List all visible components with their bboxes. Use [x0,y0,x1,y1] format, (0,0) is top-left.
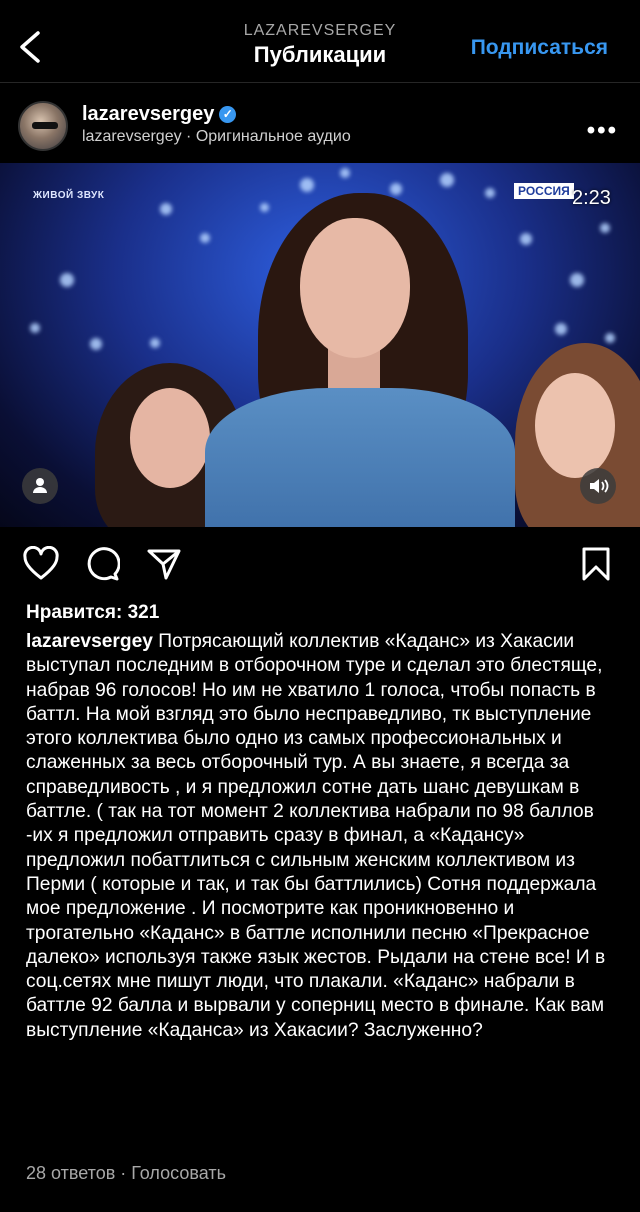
post-video[interactable]: ЖИВОЙ ЗВУК РОССИЯ 2:23 [0,163,640,527]
post-actions [0,540,640,590]
likes-count[interactable]: Нравится: 321 [26,602,159,624]
heart-icon[interactable] [22,546,60,582]
audio-subline[interactable]: lazarevsergey · Оригинальное аудио [82,128,351,146]
follow-button[interactable]: Подписаться [471,36,608,60]
bookmark-icon[interactable] [580,546,612,582]
more-icon[interactable]: ••• [587,117,618,145]
caption-username[interactable]: lazarevsergey [26,631,153,652]
avatar[interactable] [18,101,68,151]
live-sound-label: ЖИВОЙ ЗВУК [33,190,105,201]
video-timer: 2:23 [572,187,611,209]
comment-icon[interactable] [84,546,120,582]
caption-text: Потрясающий коллектив «Каданс» из Хакаси… [26,631,606,1041]
sound-icon[interactable] [580,468,616,504]
comments-link[interactable]: 28 ответов · Голосовать [26,1163,226,1184]
top-bar: LAZAREVSERGEY Публикации Подписаться [0,0,640,83]
user-tag-icon[interactable] [22,468,58,504]
post-caption: lazarevsergey Потрясающий коллектив «Кад… [26,630,620,1043]
channel-logo: РОССИЯ [514,183,574,199]
share-icon[interactable] [146,546,182,582]
post-username[interactable]: lazarevsergey [82,103,214,125]
verified-icon: ✓ [219,106,237,123]
post-header: lazarevsergey ✓ lazarevsergey · Оригиналь… [0,95,640,157]
post-author[interactable]: lazarevsergey ✓ [82,103,237,126]
